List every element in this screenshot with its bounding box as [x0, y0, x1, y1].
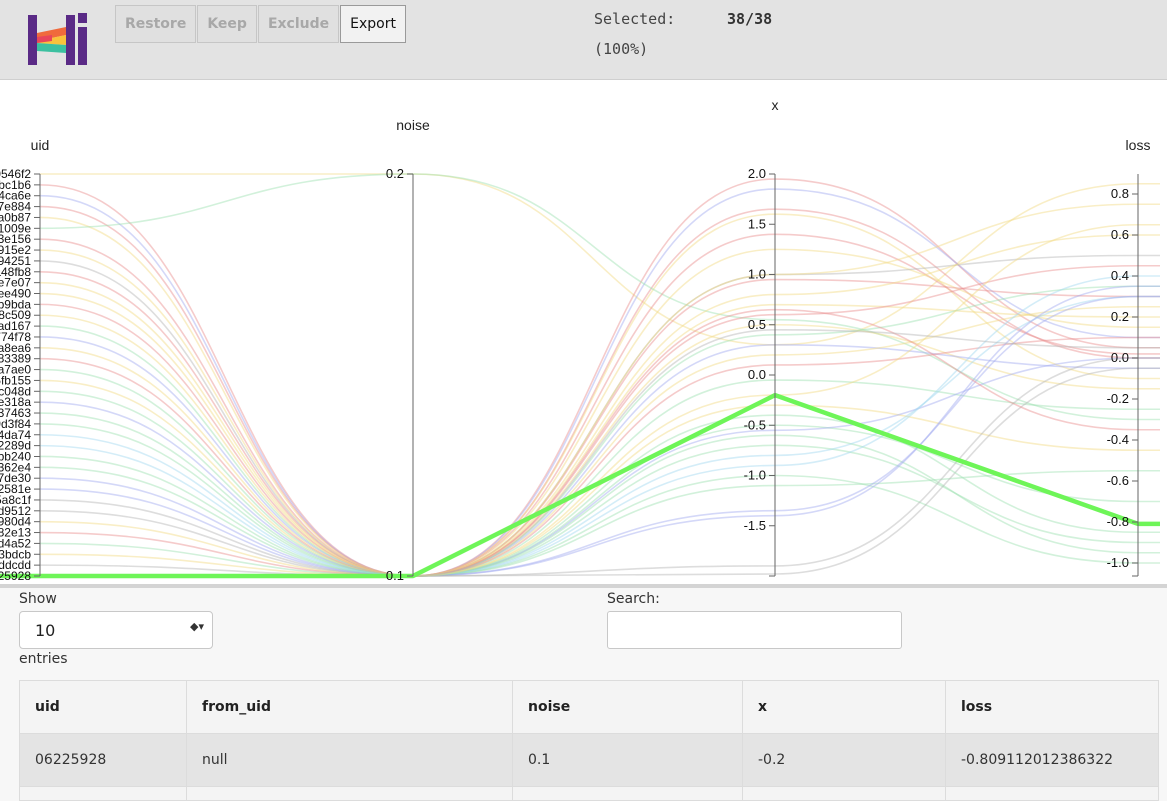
data-table: uid from_uid noise x loss 06225928 null …	[19, 680, 1159, 801]
tick-label: -0.8	[1107, 514, 1129, 529]
tick-label: 0.2	[386, 166, 404, 181]
tick-label: -0.2	[1107, 391, 1129, 406]
tick-label: -1.0	[1107, 555, 1129, 570]
search-input[interactable]	[607, 611, 902, 649]
page-size-select[interactable]: 10 ◆▾	[19, 611, 213, 649]
parallel-plot-panel[interactable]: uid0546f2bc1b64ca6e7e884a0b871009e3e1569…	[0, 80, 1167, 586]
entries-label: entries	[19, 651, 68, 667]
table-row[interactable]: 06225928 null 0.1 -0.2 -0.80911201238632…	[19, 733, 1159, 787]
select-arrows-icon: ◆▾	[190, 620, 204, 633]
column-header-uid[interactable]: uid	[19, 680, 187, 734]
data-lines	[0, 173, 1161, 579]
table-row[interactable]	[19, 786, 1159, 801]
axis-title[interactable]: x	[772, 97, 779, 113]
data-line[interactable]	[39, 336, 1160, 577]
table-header-row: uid from_uid noise x loss	[19, 680, 1159, 734]
tick-label: 0.0	[748, 367, 766, 382]
selected-count: 38/38	[727, 10, 773, 28]
selected-percent: (100%)	[594, 40, 649, 58]
axis-title[interactable]: loss	[1126, 137, 1151, 153]
cell-loss: -0.809112012386322	[945, 733, 1159, 787]
search-label: Search:	[607, 591, 660, 607]
tick-label: -0.4	[1107, 432, 1129, 447]
axis-loss[interactable]: loss 0.8 0.6 0.4 0.2 0.0 -0.2 -0.4 -0.6 -0.8 -1.0	[1107, 137, 1151, 577]
data-line[interactable]	[40, 173, 1160, 346]
tick-label: 1.0	[748, 267, 766, 282]
export-button[interactable]: Export	[340, 5, 406, 43]
column-header-loss[interactable]: loss	[945, 680, 1159, 734]
toolbar: Restore Keep Exclude Export	[115, 5, 406, 43]
column-header-from-uid[interactable]: from_uid	[186, 680, 513, 734]
keep-button[interactable]: Keep	[197, 5, 257, 43]
resize-handle[interactable]	[0, 584, 1167, 588]
axis-title[interactable]: uid	[31, 137, 50, 153]
tick-label: 0.8	[1111, 186, 1129, 201]
tick-label: 0.2	[1111, 309, 1129, 324]
axis-noise[interactable]: noise 0.2 0.1	[386, 117, 430, 583]
axis-title[interactable]: noise	[396, 117, 430, 133]
tick-label: 0.1	[386, 568, 404, 583]
column-header-noise[interactable]: noise	[512, 680, 743, 734]
tick-label: 0.4	[1111, 268, 1129, 283]
page-size-value: 10	[35, 620, 56, 640]
cell-from-uid: null	[186, 733, 513, 787]
tick-label: -0.6	[1107, 473, 1129, 488]
tick-label: 2.0	[748, 166, 766, 181]
show-label: Show	[19, 591, 57, 607]
tick-label: 0.6	[1111, 227, 1129, 242]
tick-label: 1.5	[748, 216, 766, 231]
parallel-coordinates-chart[interactable]: uid0546f2bc1b64ca6e7e884a0b871009e3e1569…	[0, 80, 1167, 586]
tick-label: -1.5	[744, 518, 766, 533]
tick-label: -1.0	[744, 468, 766, 483]
tick-label: 25928	[0, 569, 31, 583]
tick-label: -0.5	[744, 417, 766, 432]
axis-uid[interactable]: uid0546f2bc1b64ca6e7e884a0b871009e3e1569…	[0, 137, 49, 583]
cell-uid: 06225928	[19, 733, 187, 787]
tick-label: 0.0	[1111, 350, 1129, 365]
selected-label: Selected:	[594, 10, 676, 28]
restore-button[interactable]: Restore	[115, 5, 197, 43]
tick-label: 0.5	[748, 317, 766, 332]
data-line[interactable]	[39, 203, 1161, 577]
cell-noise: 0.1	[512, 733, 743, 787]
column-header-x[interactable]: x	[742, 680, 946, 734]
cell-x: -0.2	[742, 733, 946, 787]
exclude-button[interactable]: Exclude	[257, 5, 340, 43]
header-bar: Restore Keep Exclude Export Selected: 38…	[0, 0, 1167, 80]
hiplot-logo	[28, 13, 87, 65]
